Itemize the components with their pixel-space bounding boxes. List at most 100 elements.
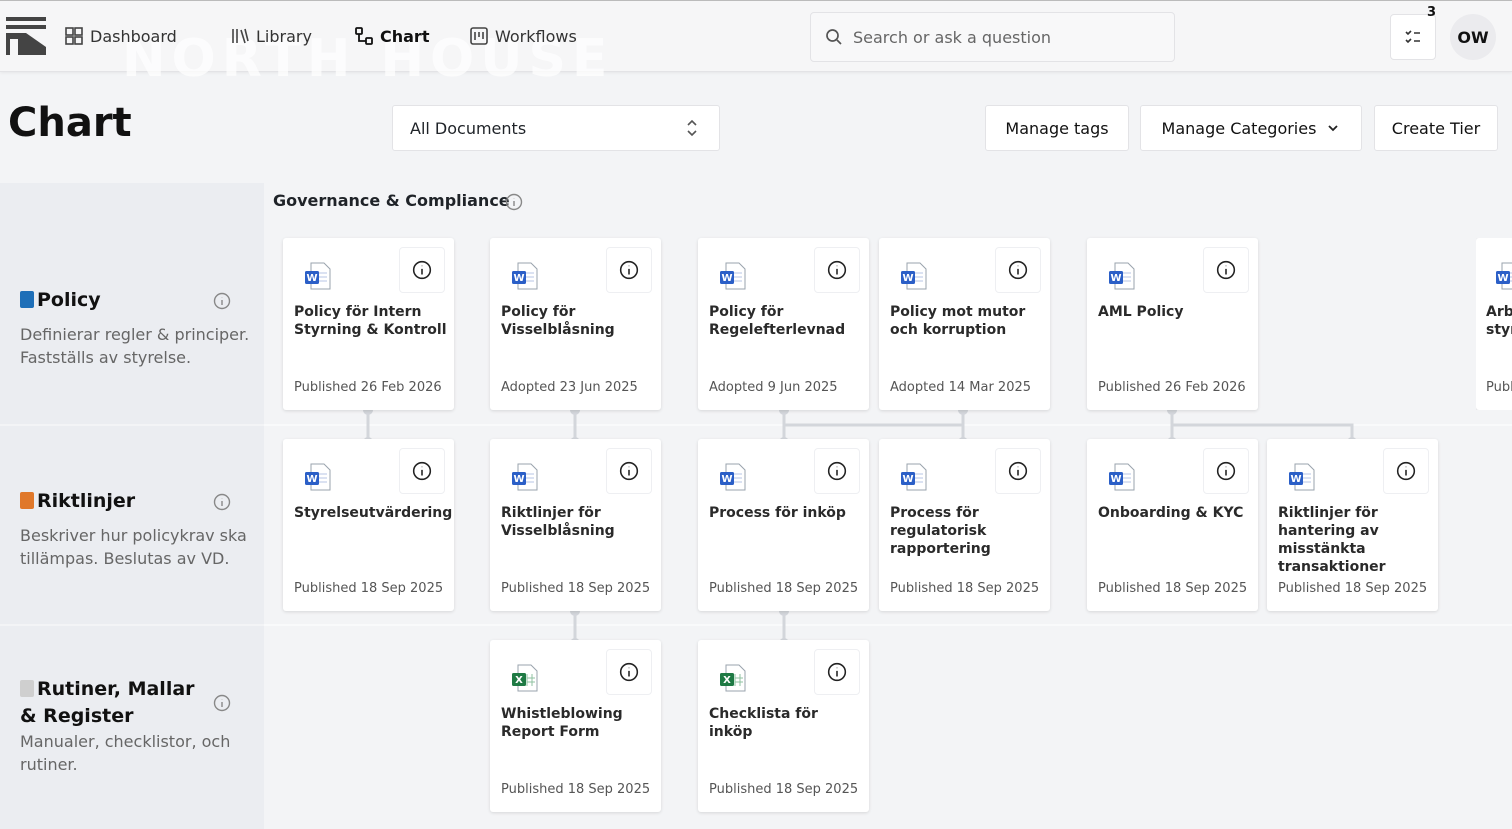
- document-card[interactable]: W Arbe styr Publ: [1476, 238, 1512, 410]
- checklist-icon: [1405, 30, 1420, 44]
- document-card[interactable]: W Process för inköp Published 18 Sep 202…: [698, 439, 869, 611]
- card-status: Adopted 23 Jun 2025: [501, 380, 638, 395]
- svg-text:W: W: [306, 474, 317, 485]
- tier-riktlinjer-info-icon[interactable]: [213, 493, 231, 511]
- document-card[interactable]: W Policy för Regelefterlevnad Adopted 9 …: [698, 238, 869, 410]
- card-clip-region: W Arbe styr Publ: [1476, 238, 1512, 410]
- blue-book-icon: [20, 291, 34, 308]
- tier-riktlinjer-title: Riktlinjer: [20, 488, 135, 515]
- card-status: Adopted 9 Jun 2025: [709, 380, 838, 395]
- card-info-button[interactable]: [399, 448, 445, 494]
- search-icon: [826, 29, 842, 45]
- card-info-button[interactable]: [814, 247, 860, 293]
- document-card[interactable]: W Onboarding & KYC Published 18 Sep 2025: [1087, 439, 1258, 611]
- document-card[interactable]: W Styrelseutvärdering Published 18 Sep 2…: [283, 439, 454, 611]
- info-icon: [619, 662, 639, 682]
- card-info-button[interactable]: [1203, 448, 1249, 494]
- workflows-icon: [470, 27, 488, 45]
- top-navigation-bar: NORTH HOUSE Dashboard Library Chart Work…: [0, 0, 1512, 87]
- card-info-button[interactable]: [814, 448, 860, 494]
- row-divider: [264, 624, 1512, 626]
- card-info-button[interactable]: [1203, 247, 1249, 293]
- card-status: Published 26 Feb 2026: [1098, 380, 1246, 395]
- svg-text:X: X: [723, 675, 731, 686]
- card-status: Published 18 Sep 2025: [1098, 581, 1248, 596]
- info-icon: [1216, 461, 1236, 481]
- tier-rutiner-description: Manualer, checklistor, och rutiner.: [20, 732, 231, 774]
- card-info-button[interactable]: [606, 247, 652, 293]
- north-house-logo[interactable]: [6, 17, 46, 55]
- tier-policy-description: Definierar regler & principer. Fastställ…: [20, 325, 250, 367]
- task-list-button[interactable]: [1390, 14, 1436, 60]
- info-icon: [827, 662, 847, 682]
- info-icon: [412, 260, 432, 280]
- word-document-icon: W: [305, 463, 331, 491]
- document-filter-select[interactable]: All Documents: [392, 105, 720, 151]
- chart-icon: [355, 27, 373, 45]
- chevron-down-icon: [1328, 125, 1339, 132]
- word-document-icon: W: [901, 463, 927, 491]
- card-title: Arbe styr: [1486, 304, 1512, 338]
- card-status: Published 18 Sep 2025: [501, 581, 651, 596]
- nav-library[interactable]: Library: [230, 19, 312, 53]
- document-card[interactable]: X Whistleblowing Report Form Published 1…: [490, 640, 661, 812]
- svg-text:W: W: [721, 273, 732, 284]
- info-icon: [1008, 461, 1028, 481]
- card-status: Published 18 Sep 2025: [1278, 581, 1428, 596]
- svg-text:W: W: [1290, 474, 1301, 485]
- card-title: Process för inköp: [709, 505, 846, 521]
- card-info-button[interactable]: [995, 247, 1041, 293]
- document-card[interactable]: W AML Policy Published 26 Feb 2026: [1087, 238, 1258, 410]
- section-info-icon[interactable]: [505, 193, 523, 211]
- dashboard-icon: [65, 27, 83, 45]
- info-icon: [619, 260, 639, 280]
- card-title: Policy för Regelefterlevnad: [709, 304, 846, 338]
- row-divider: [264, 424, 1512, 426]
- manage-tags-button[interactable]: Manage tags: [985, 105, 1129, 151]
- svg-text:X: X: [515, 675, 523, 686]
- card-title: Whistleblowing Report Form: [501, 706, 623, 740]
- document-card[interactable]: W Policy för Visselblåsning Adopted 23 J…: [490, 238, 661, 410]
- card-status: Published 26 Feb 2026: [294, 380, 442, 395]
- nav-dashboard-label: Dashboard: [90, 26, 177, 46]
- info-icon: [1396, 461, 1416, 481]
- card-info-button[interactable]: [995, 448, 1041, 494]
- card-info-button[interactable]: [1383, 448, 1429, 494]
- card-title: Policy mot mutor och korruption: [890, 304, 1026, 338]
- document-card[interactable]: X Checklista för inköp Published 18 Sep …: [698, 640, 869, 812]
- word-document-icon: W: [1109, 262, 1135, 290]
- info-icon: [827, 260, 847, 280]
- nav-dashboard[interactable]: Dashboard: [64, 19, 177, 53]
- word-document-icon: W: [512, 262, 538, 290]
- word-document-icon: W: [901, 262, 927, 290]
- create-tier-button[interactable]: Create Tier: [1374, 105, 1498, 151]
- search-input[interactable]: Search or ask a question: [810, 12, 1175, 62]
- svg-text:W: W: [902, 273, 913, 284]
- document-card[interactable]: W Riktlinjer för Visselblåsning Publishe…: [490, 439, 661, 611]
- document-card[interactable]: W Process för regulatorisk rapportering …: [879, 439, 1050, 611]
- nav-chart[interactable]: Chart: [354, 19, 429, 53]
- tier-rutiner-title: Rutiner, Mallar & Register: [20, 678, 195, 727]
- document-card[interactable]: W Riktlinjer för hantering av misstänkta…: [1267, 439, 1438, 611]
- word-document-icon: W: [1109, 463, 1135, 491]
- card-info-button[interactable]: [606, 649, 652, 695]
- svg-text:W: W: [721, 474, 732, 485]
- document-card[interactable]: W Policy för Intern Styrning & Kontroll …: [283, 238, 454, 410]
- word-document-icon: W: [1289, 463, 1315, 491]
- card-info-button[interactable]: [606, 448, 652, 494]
- card-info-button[interactable]: [399, 247, 445, 293]
- user-avatar[interactable]: OW: [1450, 14, 1496, 60]
- tier-rutiner-info-icon[interactable]: [213, 694, 231, 712]
- tier-policy-info-icon[interactable]: [213, 292, 231, 310]
- svg-text:W: W: [1110, 273, 1121, 284]
- card-title: Onboarding & KYC: [1098, 505, 1244, 521]
- document-card[interactable]: W Policy mot mutor och korruption Adopte…: [879, 238, 1050, 410]
- document-filter-value: All Documents: [410, 118, 527, 138]
- info-icon: [1216, 260, 1236, 280]
- card-status: Published 18 Sep 2025: [501, 782, 651, 797]
- card-info-button[interactable]: [814, 649, 860, 695]
- library-icon: [232, 28, 249, 44]
- nav-workflows[interactable]: Workflows: [469, 19, 577, 53]
- manage-categories-button[interactable]: Manage Categories: [1140, 105, 1362, 151]
- card-status: Published 18 Sep 2025: [890, 581, 1040, 596]
